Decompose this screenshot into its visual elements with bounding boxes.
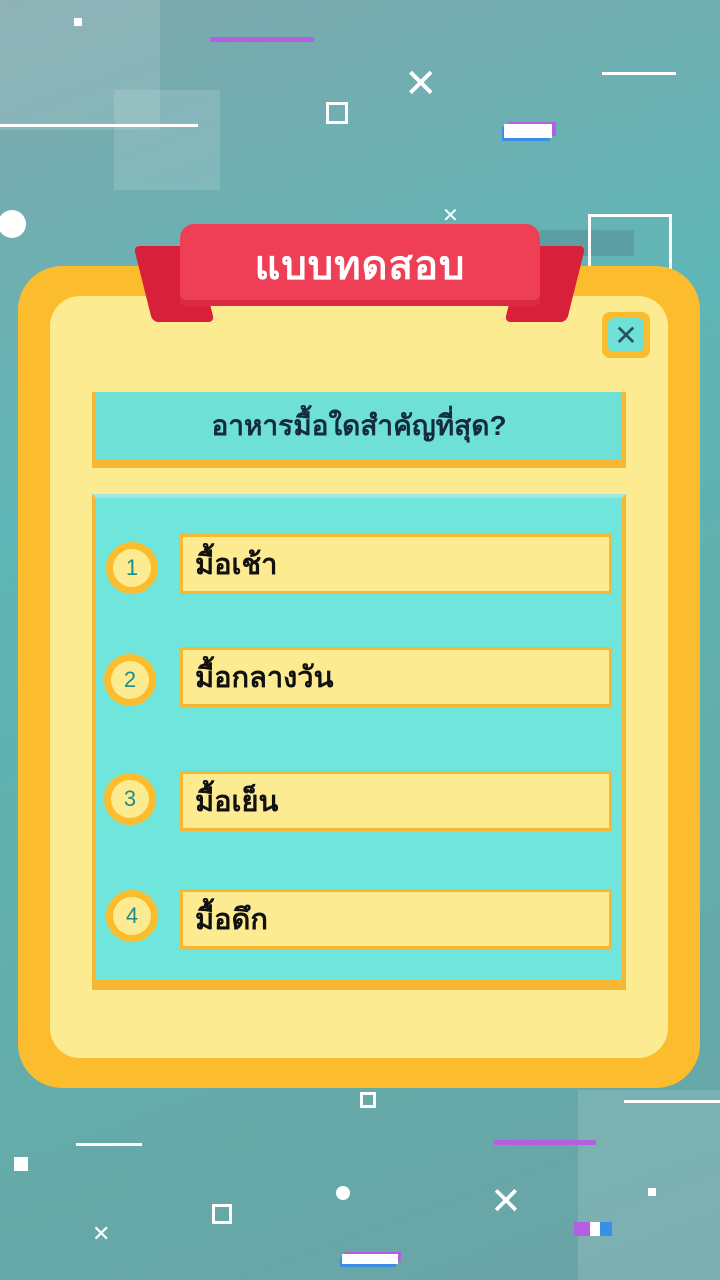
background-line xyxy=(0,124,198,127)
option-number-badge[interactable]: 3 xyxy=(104,773,156,825)
square-icon xyxy=(648,1188,656,1196)
background-dot xyxy=(0,210,26,238)
option-button-2[interactable]: มื้อกลางวัน xyxy=(180,647,612,707)
square-icon xyxy=(360,1092,376,1108)
background-line xyxy=(494,1140,596,1145)
option-label: มื้อเช้า xyxy=(195,549,278,581)
background-panel xyxy=(114,90,220,190)
background-line xyxy=(210,37,314,42)
background-glitch-bar xyxy=(342,1254,398,1264)
square-icon xyxy=(14,1157,28,1171)
option-label: มื้อดึก xyxy=(195,904,268,936)
cross-icon: ✕ xyxy=(490,1179,522,1223)
title-ribbon: แบบทดสอบ xyxy=(180,224,540,306)
option-label: มื้อเย็น xyxy=(195,786,279,818)
option-button-4[interactable]: มื้อดึก xyxy=(180,889,612,949)
option-number-badge[interactable]: 4 xyxy=(106,890,158,942)
background-panel xyxy=(578,1090,720,1280)
close-button[interactable]: ✕ xyxy=(602,312,650,358)
option-number: 2 xyxy=(123,667,137,692)
option-number: 3 xyxy=(123,786,137,811)
cross-icon: ✕ xyxy=(404,61,438,107)
background-line xyxy=(602,72,676,75)
option-button-3[interactable]: มื้อเย็น xyxy=(180,771,612,831)
square-icon xyxy=(326,102,348,124)
option-number: 1 xyxy=(125,555,139,580)
close-icon: ✕ xyxy=(608,318,644,352)
background-line xyxy=(76,1143,142,1146)
square-icon xyxy=(74,18,82,26)
option-number-badge[interactable]: 2 xyxy=(104,654,156,706)
background-glitch-bar xyxy=(504,124,552,138)
question-text: อาหารมื้อใดสำคัญที่สุด? xyxy=(211,410,507,441)
option-button-1[interactable]: มื้อเช้า xyxy=(180,534,612,594)
background-dot xyxy=(336,1186,350,1200)
square-icon xyxy=(212,1204,232,1224)
option-number-badge[interactable]: 1 xyxy=(106,542,158,594)
cross-icon: ✕ xyxy=(442,203,459,227)
question-box: อาหารมื้อใดสำคัญที่สุด? xyxy=(92,392,626,468)
option-number: 4 xyxy=(125,903,139,928)
background-line xyxy=(624,1100,720,1103)
option-label: มื้อกลางวัน xyxy=(195,662,334,694)
quiz-title: แบบทดสอบ xyxy=(254,244,466,288)
background-glitch-bar xyxy=(574,1222,612,1236)
cross-icon: ✕ xyxy=(92,1222,111,1247)
